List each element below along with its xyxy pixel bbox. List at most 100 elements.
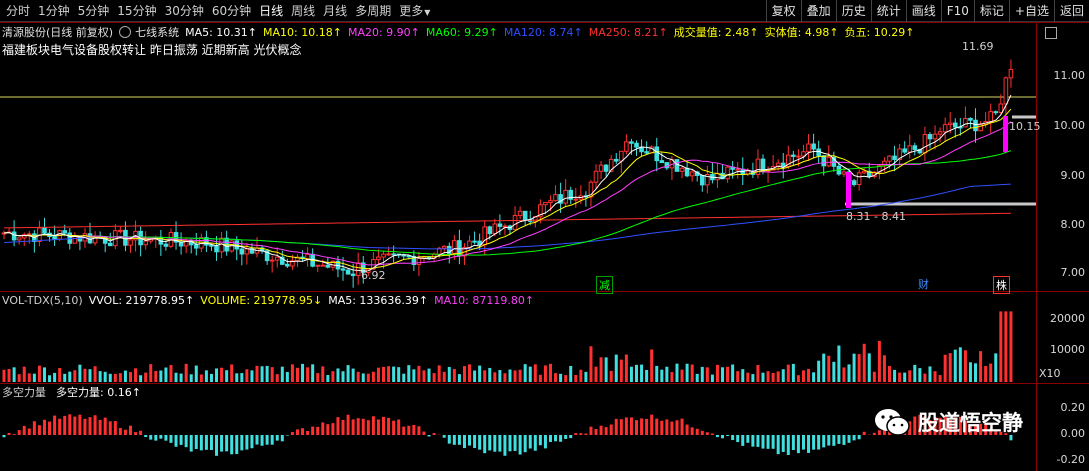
candle-body [87, 233, 93, 244]
volume-bar [538, 374, 542, 382]
volume-bar [923, 373, 927, 382]
bull-bear-bar [169, 435, 173, 443]
history-button[interactable]: 历史 [835, 0, 871, 22]
tab-15min[interactable]: 15分钟 [113, 0, 160, 22]
volume-bar [731, 364, 735, 382]
volume-scale: 20000 10000 X10 [1036, 292, 1089, 383]
volume-bar [650, 349, 654, 382]
bull-bear-bar [184, 435, 188, 448]
event-marker[interactable]: 减 [596, 276, 613, 294]
window-icon[interactable] [1045, 27, 1057, 39]
bull-bear-bar [240, 435, 244, 451]
add-watchlist-button[interactable]: +自选 [1008, 0, 1054, 22]
volume-bar [407, 365, 411, 382]
bull-bear-bar [776, 435, 780, 455]
candle-body [123, 229, 128, 246]
tab-5min[interactable]: 5分钟 [74, 0, 114, 22]
bull-bear-bar [761, 435, 765, 449]
tab-more-label: 更多 [399, 4, 424, 18]
ma10-value: MA10: 10.18↑ [263, 25, 342, 39]
y-tick-label: 10.00 [1053, 119, 1086, 132]
volume-bar [867, 353, 871, 382]
bull-bear-bar [351, 419, 355, 435]
event-marker[interactable]: 财 [916, 276, 931, 292]
bull-bear-bar [736, 435, 740, 443]
back-button[interactable]: 返回 [1053, 0, 1089, 22]
volume-bar [473, 370, 477, 382]
settings-icon[interactable] [119, 26, 132, 38]
highlight-bar [846, 172, 851, 208]
volume-value: 成交量值: 2.48↑ [673, 26, 759, 39]
statistics-button[interactable]: 统计 [870, 0, 906, 22]
bull-bear-bar [295, 429, 299, 435]
candle-body [573, 198, 579, 201]
candle-body [193, 244, 199, 249]
candle-body [163, 243, 169, 247]
bull-bear-bar [88, 417, 92, 435]
volume-title[interactable]: VOL-TDX(5,10) [2, 294, 83, 307]
adjust-button[interactable]: 复权 [765, 0, 801, 22]
candle-body [725, 166, 730, 180]
volume-bar [371, 371, 375, 382]
bull-bear-bar [574, 433, 578, 435]
tab-daily[interactable]: 日线 [255, 0, 287, 22]
f10-button[interactable]: F10 [940, 0, 974, 22]
volume-bar [832, 361, 836, 382]
tab-30min[interactable]: 30分钟 [161, 0, 208, 22]
bull-bear-bar [204, 435, 208, 450]
volume-bar [376, 367, 380, 382]
tab-intraday[interactable]: 分时 [2, 0, 34, 22]
event-marker[interactable]: 株 [993, 276, 1010, 294]
mark-button[interactable]: 标记 [973, 0, 1009, 22]
tab-more[interactable]: 更多▼ [395, 0, 434, 22]
bull-bear-bar [543, 435, 547, 449]
stock-title[interactable]: 清源股份(日线 前复权) [2, 24, 113, 40]
bull-bear-bar [554, 435, 558, 442]
bull-bear-bar [42, 419, 46, 435]
bull-bear-bar [53, 415, 57, 435]
bull-bear-bar [331, 423, 335, 435]
system-name[interactable]: 七线系统 [135, 24, 179, 40]
bull-bear-bar [538, 435, 542, 446]
bull-bear-bar [407, 425, 411, 435]
overlay-button[interactable]: 叠加 [800, 0, 836, 22]
tab-multi-period[interactable]: 多周期 [351, 0, 395, 22]
tab-weekly[interactable]: 周线 [287, 0, 319, 22]
volume-bar [392, 366, 396, 382]
bull-bear-bar [58, 418, 62, 435]
bull-bear-bar [326, 424, 330, 435]
volume-bar [629, 366, 633, 382]
candle-body [72, 235, 78, 244]
tab-60min[interactable]: 60分钟 [208, 0, 255, 22]
volume-bar [913, 364, 917, 382]
draw-line-button[interactable]: 画线 [905, 0, 941, 22]
bull-bear-scale: 0.20 0.00 -0.20 [1036, 384, 1089, 471]
volume-bar [83, 368, 87, 382]
bull-bear-bar [488, 435, 492, 451]
candle-body [11, 231, 17, 241]
bull-bear-bar [462, 435, 466, 449]
bull-bear-bar [235, 435, 239, 455]
ma250-value: MA250: 8.21↑ [588, 25, 668, 39]
bull-bear-title[interactable]: 多空力量 [2, 384, 46, 400]
volume-bar [149, 364, 153, 382]
volume-bar [341, 371, 345, 382]
volume-bar [366, 373, 370, 382]
candlestick-chart[interactable] [0, 22, 1036, 290]
volume-bar [974, 363, 978, 382]
volume-bar [933, 371, 937, 382]
tab-monthly[interactable]: 月线 [319, 0, 351, 22]
volume-bar [984, 366, 988, 382]
volume-bar [726, 366, 730, 382]
bull-bear-bar [149, 435, 153, 440]
candle-body [467, 240, 472, 248]
volume-bar [812, 372, 816, 382]
bull-bear-bar [614, 418, 618, 435]
volume-bar [306, 367, 310, 382]
tab-1min[interactable]: 1分钟 [34, 0, 74, 22]
vol-ma5-value: MA5: 133636.39↑ [328, 293, 429, 307]
bull-bear-bar [533, 435, 537, 451]
volume-bar [452, 368, 456, 382]
bull-bear-bar [483, 435, 487, 454]
candle-body [978, 123, 983, 132]
